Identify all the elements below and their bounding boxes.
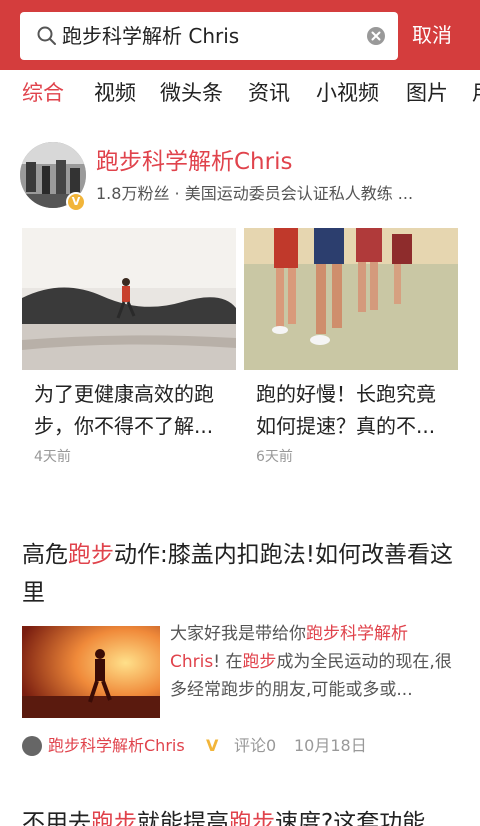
account-name[interactable]: 跑步科学解析Chris xyxy=(96,146,292,178)
tab-news[interactable]: 资讯 xyxy=(248,78,290,108)
publish-date: 10月18日 xyxy=(294,736,367,755)
top-bar: 跑步科学解析 Chris 取消 xyxy=(0,0,480,70)
search-box[interactable]: 跑步科学解析 Chris xyxy=(20,12,398,60)
video-title[interactable]: 跑的好慢！长跑究竟如何提速？真的不... xyxy=(256,378,452,442)
category-tabs: 综合 视频 微头条 资讯 小视频 图片 用 xyxy=(0,70,480,116)
tab-micro-headline[interactable]: 微头条 xyxy=(160,78,223,108)
tab-images[interactable]: 图片 xyxy=(406,78,448,108)
video-title[interactable]: 为了更健康高效的跑步，你不得不了解... xyxy=(34,378,230,442)
search-icon xyxy=(37,26,56,45)
tab-all[interactable]: 综合 xyxy=(22,78,64,108)
video-time: 4天前 xyxy=(34,449,71,465)
cancel-button[interactable]: 取消 xyxy=(412,20,452,50)
verified-badge: V xyxy=(66,192,86,212)
video-time: 6天前 xyxy=(256,449,293,465)
article-summary: 大家好我是带给你跑步科学解析 Chris! 在跑步成为全民运动的现在,很多经常跑步… xyxy=(170,624,452,700)
account-meta: 1.8万粉丝 · 美国运动委员会认证私人教练 ... xyxy=(96,184,414,203)
article-title[interactable]: 高危跑步动作:膝盖内扣跑法!如何改善看这里 xyxy=(22,536,462,612)
clear-icon[interactable] xyxy=(366,26,386,46)
comment-count: 评论0 xyxy=(234,736,277,755)
source-avatar[interactable] xyxy=(22,736,42,756)
tab-users[interactable]: 用 xyxy=(472,78,480,108)
search-input[interactable]: 跑步科学解析 Chris xyxy=(62,22,239,50)
title-text: 高危 xyxy=(22,542,68,568)
article-thumbnail[interactable] xyxy=(22,626,160,718)
video-thumbnail[interactable] xyxy=(22,228,236,370)
tab-video[interactable]: 视频 xyxy=(94,78,136,108)
title-keyword: 跑步 xyxy=(68,542,114,568)
verified-icon: V xyxy=(206,736,219,755)
video-thumbnail[interactable] xyxy=(244,228,458,370)
tab-short-video[interactable]: 小视频 xyxy=(316,78,379,108)
source-name[interactable]: 跑步科学解析Chris xyxy=(48,734,185,758)
account-result[interactable]: V 跑步科学解析Chris 1.8万粉丝 · 美国运动委员会认证私人教练 ... xyxy=(0,140,480,220)
article-title[interactable]: 不用去跑步就能提高跑步速度?这套功能 xyxy=(22,804,480,826)
